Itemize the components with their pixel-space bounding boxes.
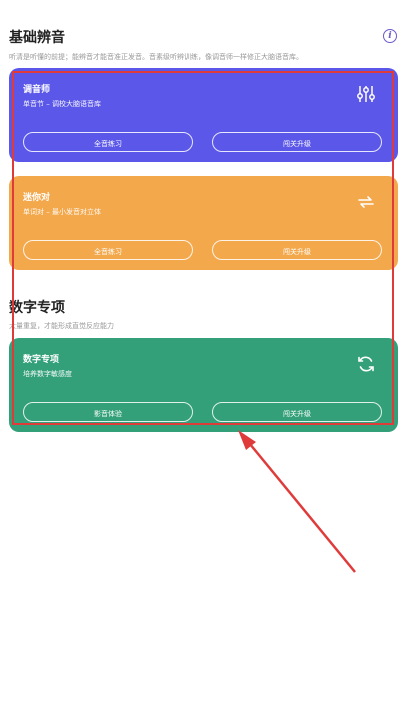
tuner-practice-button[interactable]: 全音练习 [23,132,193,152]
swap-arrows-icon [358,196,374,208]
card-subtitle: 单词对 – 最小发音对立体 [23,208,101,216]
section-desc-number: 大量重复，才能形成直觉反应能力 [9,322,114,330]
card-tuner[interactable]: 调音师 单音节 – 调校大脑语音库 全音练习 闯关升级 [9,68,398,162]
card-number[interactable]: 数字专项 培养数字敏感度 影音体验 闯关升级 [9,338,398,432]
sliders-icon [357,86,375,102]
card-title: 数字专项 [23,355,60,365]
info-icon[interactable]: i [383,29,397,43]
card-title: 调音师 [23,85,51,95]
section-title-basic: 基础辨音 [9,30,65,46]
number-experience-button[interactable]: 影音体验 [23,402,193,422]
refresh-icon [358,356,374,372]
section-desc-basic: 听清是听懂的前提；能辨音才能音准正发音。音素级听辨训练，像调音师一样修正大脑语音… [9,53,303,61]
card-subtitle: 单音节 – 调校大脑语音库 [23,100,101,108]
minipair-practice-button[interactable]: 全音练习 [23,240,193,260]
number-levelup-button[interactable]: 闯关升级 [212,402,382,422]
tuner-levelup-button[interactable]: 闯关升级 [212,132,382,152]
card-subtitle: 培养数字敏感度 [23,370,72,378]
minipair-levelup-button[interactable]: 闯关升级 [212,240,382,260]
card-title: 迷你对 [23,193,51,203]
section-title-number: 数字专项 [9,300,65,316]
card-minipair[interactable]: 迷你对 单词对 – 最小发音对立体 全音练习 闯关升级 [9,176,398,270]
